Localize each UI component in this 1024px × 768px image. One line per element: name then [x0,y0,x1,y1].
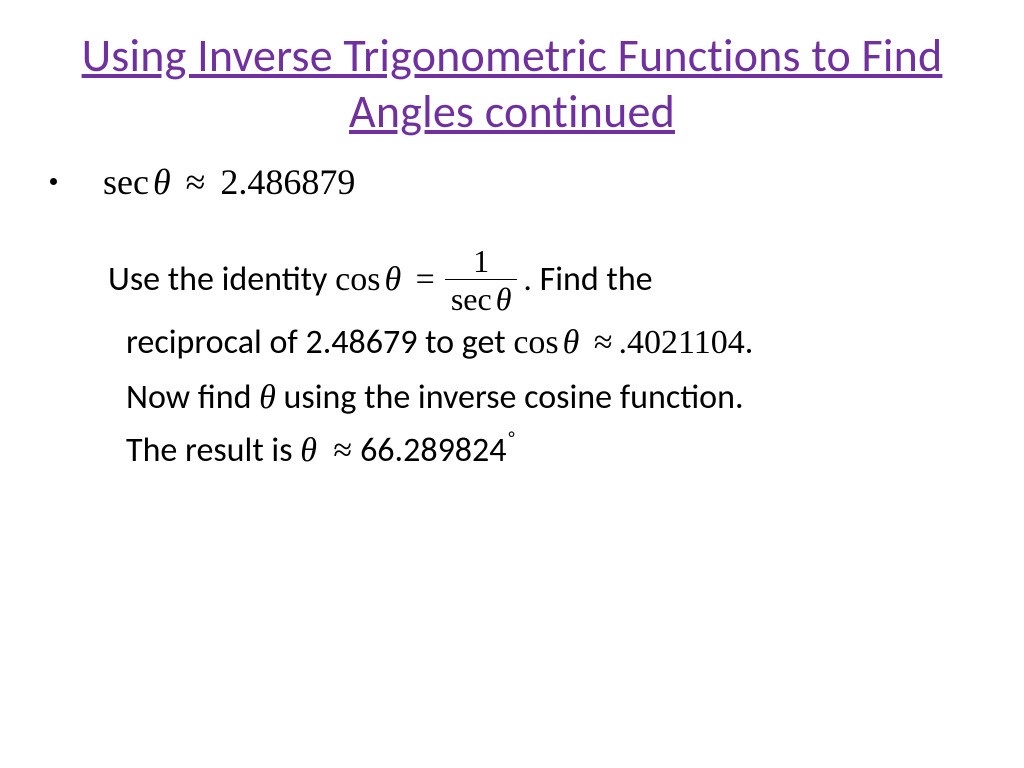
paragraph-2: Now find θ using the inverse cosine func… [108,372,958,477]
fraction-denominator: secθ [445,279,518,315]
paragraph-1: Use the identity cosθ = 1 secθ . Find th… [108,247,958,370]
period: . [523,261,532,298]
equals-symbol: = [416,261,435,298]
fraction: 1 secθ [445,245,518,315]
bullet-icon [50,178,57,185]
theta-symbol: θ [259,379,276,416]
theta-symbol: θ [384,261,401,298]
cos-result: cosθ ≈.4021104 [513,324,744,361]
cos-label: cos [335,261,380,298]
theta-symbol: θ [563,324,580,361]
para1-tail: Find the [532,259,653,300]
para2-line2: The result is θ ≈66.289824° [126,425,958,478]
cos-label: cos [513,324,558,361]
para2-a: Now find [126,377,259,418]
sec-label: sec [103,162,149,202]
sec-label: sec [451,281,492,317]
result-equation: θ ≈ [300,432,360,469]
bullet-item: secθ ≈ 2.486879 [50,160,978,205]
approx-symbol: ≈ [333,432,352,469]
theta-symbol: θ [300,432,317,469]
para2-line1: Now find θ using the inverse cosine func… [126,372,958,425]
approx-symbol: ≈ [594,324,613,361]
para2-b: using the inverse cosine function. [276,377,744,418]
fraction-numerator: 1 [463,245,499,279]
period: . [745,322,754,363]
approx-symbol: ≈ [186,162,206,202]
para1-lead: Use the identity [108,259,335,300]
para1-line2a: reciprocal of 2.48679 to get [126,322,513,363]
slide-title: Using Inverse Trigonometric Functions to… [46,28,978,140]
result-value: 66.289824 [360,430,506,471]
para1-line2: reciprocal of 2.48679 to get cosθ ≈.4021… [108,317,958,370]
theta-symbol: θ [153,162,171,202]
sec-value: 2.486879 [220,162,355,202]
para1-line1: Use the identity cosθ = 1 secθ . Find th… [108,247,958,317]
slide: Using Inverse Trigonometric Functions to… [0,0,1024,768]
theta-symbol: θ [496,281,512,317]
cos-value: .4021104 [619,324,745,361]
identity-equation: cosθ = 1 secθ . [335,261,532,298]
degree-symbol: ° [509,427,515,449]
bullet-equation: secθ ≈ 2.486879 [103,160,355,205]
para2-c: The result is [126,430,300,471]
